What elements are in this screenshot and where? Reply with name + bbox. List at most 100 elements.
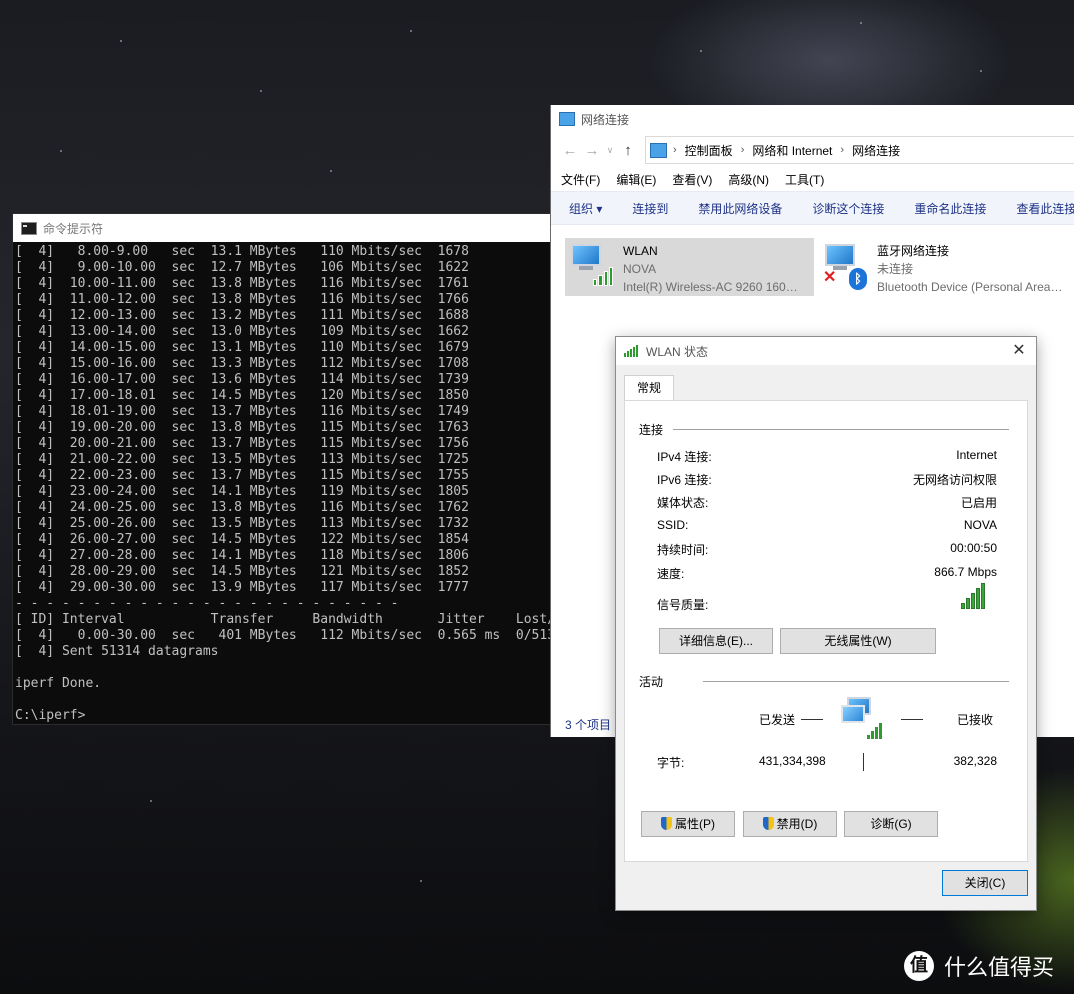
star [860, 22, 862, 24]
address-bar-row: ← → ∨ ↑ › 控制面板 › 网络和 Internet › 网络连接 [551, 133, 1074, 167]
cmd-line: [ 4] 14.00-15.00 sec 13.1 MBytes 110 Mbi… [15, 340, 469, 355]
menu-tools[interactable]: 工具(T) [785, 171, 824, 188]
address-bar[interactable]: › 控制面板 › 网络和 Internet › 网络连接 [645, 136, 1074, 164]
cmd-line: [ 4] 16.00-17.00 sec 13.6 MBytes 114 Mbi… [15, 372, 469, 387]
wireless-properties-button[interactable]: 无线属性(W) [780, 628, 936, 654]
cmd-line: [ 4] 26.00-27.00 sec 14.5 MBytes 122 Mbi… [15, 532, 469, 547]
cmd-line: [ 4] 19.00-20.00 sec 13.8 MBytes 115 Mbi… [15, 420, 469, 435]
field-value: 无网络访问权限 [912, 473, 997, 487]
diagnose-dialog-button[interactable]: 诊断(G) [844, 811, 938, 837]
rename-button[interactable]: 重命名此连接 [914, 200, 986, 217]
disable-button[interactable]: 禁用(D) [743, 811, 837, 837]
connection-item-wlan[interactable]: WLAN NOVA Intel(R) Wireless-AC 9260 160M… [565, 238, 814, 296]
field-ssid: SSID: NOVA [657, 518, 997, 532]
field-label: 信号质量: [657, 598, 709, 612]
watermark-text: 什么值得买 [944, 956, 1055, 981]
field-duration: 持续时间: 00:00:50 [657, 541, 997, 558]
forward-arrow-icon[interactable]: → [581, 142, 603, 159]
field-value: 00:00:50 [950, 541, 997, 555]
signal-strength-icon [961, 583, 993, 609]
dialog-titlebar[interactable]: WLAN 状态 ✕ [616, 337, 1036, 365]
field-ipv6: IPv6 连接: 无网络访问权限 [657, 471, 997, 488]
cmd-line: [ ID] Interval Transfer Bandwidth Jitter… [15, 612, 554, 627]
cmd-line: [ 4] 24.00-25.00 sec 13.8 MBytes 116 Mbi… [15, 500, 469, 515]
field-label: 持续时间: [657, 543, 709, 557]
connection-name: WLAN [623, 244, 658, 258]
field-value: NOVA [963, 518, 997, 532]
cmd-line: [ 4] 8.00-9.00 sec 13.1 MBytes 110 Mbits… [15, 244, 469, 259]
command-prompt-window[interactable]: 命令提示符 [ 4] 8.00-9.00 sec 13.1 MBytes 110… [12, 213, 554, 725]
cmd-line [15, 692, 553, 708]
menu-view[interactable]: 查看(V) [672, 171, 712, 188]
cmd-line: [ 4] 15.00-16.00 sec 13.3 MBytes 112 Mbi… [15, 356, 469, 371]
cmd-line: [ 4] 28.00-29.00 sec 14.5 MBytes 121 Mbi… [15, 564, 469, 579]
cmd-line: [ 4] Sent 51314 datagrams [15, 644, 219, 659]
cmd-titlebar[interactable]: 命令提示符 [13, 214, 553, 242]
cmd-line: iperf Done. [15, 676, 102, 691]
watermark-logo: 值 [904, 951, 934, 981]
item-count: 3 个项目 [565, 718, 612, 732]
net-titlebar[interactable]: 网络连接 [551, 105, 1074, 133]
wlan-status-dialog[interactable]: WLAN 状态 ✕ 常规 连接 IPv4 连接: Internet IPv6 连… [615, 336, 1037, 911]
close-icon[interactable]: ✕ [1008, 340, 1030, 362]
network-activity-icon [841, 695, 889, 741]
signal-bar [971, 593, 975, 609]
star [60, 150, 62, 152]
cmd-line: [ 4] 29.00-30.00 sec 13.9 MBytes 117 Mbi… [15, 580, 469, 595]
properties-button-label: 属性(P) [675, 817, 715, 831]
cmd-line: [ 4] 21.00-22.00 sec 13.5 MBytes 113 Mbi… [15, 452, 469, 467]
star [700, 50, 702, 52]
breadcrumb-network-connections[interactable]: 网络连接 [852, 142, 900, 159]
menu-edit[interactable]: 编辑(E) [616, 171, 656, 188]
star [330, 170, 332, 172]
tab-general[interactable]: 常规 [624, 375, 674, 401]
group-divider [703, 681, 1009, 682]
cmd-line: [ 4] 25.00-26.00 sec 13.5 MBytes 113 Mbi… [15, 516, 469, 531]
breadcrumb-control-panel[interactable]: 控制面板 [685, 142, 733, 159]
signal-icon [624, 345, 640, 357]
connection-group: 连接 [639, 421, 1009, 438]
menu-advanced[interactable]: 高级(N) [728, 171, 769, 188]
star [260, 90, 262, 92]
connect-to-button[interactable]: 连接到 [632, 200, 668, 217]
disable-device-button[interactable]: 禁用此网络设备 [698, 200, 782, 217]
cmd-output[interactable]: [ 4] 8.00-9.00 sec 13.1 MBytes 110 Mbits… [13, 242, 553, 724]
network-folder-icon [559, 112, 575, 126]
details-button[interactable]: 详细信息(E)... [659, 628, 773, 654]
cmd-line: [ 4] 11.00-12.00 sec 13.8 MBytes 116 Mbi… [15, 292, 469, 307]
view-status-button[interactable]: 查看此连接的状态 [1016, 200, 1074, 217]
signal-bar [976, 588, 980, 609]
cmd-line: [ 4] 17.00-18.01 sec 14.5 MBytes 120 Mbi… [15, 388, 469, 403]
field-value: 已启用 [960, 496, 997, 510]
star [410, 30, 412, 32]
star [980, 70, 982, 72]
net-title: 网络连接 [581, 112, 630, 127]
organize-button[interactable]: 组织 ▾ [569, 200, 602, 217]
recent-dropdown-icon[interactable]: ∨ [603, 145, 617, 156]
received-label: 已接收 [957, 713, 994, 727]
star [150, 800, 152, 802]
general-panel: 连接 IPv4 连接: Internet IPv6 连接: 无网络访问权限 媒体… [624, 400, 1028, 862]
chevron-right-icon: › [740, 144, 745, 156]
dialog-title: WLAN 状态 [646, 344, 709, 359]
properties-button[interactable]: 属性(P) [641, 811, 735, 837]
signal-bar [966, 598, 970, 609]
bytes-divider [863, 753, 864, 771]
connection-item-bluetooth[interactable]: ✕ ᛒ 蓝牙网络连接 未连接 Bluetooth Device (Persona… [819, 238, 1074, 296]
bluetooth-adapter-icon: ✕ ᛒ [823, 242, 867, 290]
back-arrow-icon[interactable]: ← [559, 142, 581, 159]
chevron-right-icon: › [840, 144, 845, 156]
close-button[interactable]: 关闭(C) [942, 870, 1028, 896]
field-label: IPv6 连接: [657, 473, 712, 487]
cmd-line: [ 4] 9.00-10.00 sec 12.7 MBytes 106 Mbit… [15, 260, 469, 275]
field-ipv4: IPv4 连接: Internet [657, 448, 997, 465]
up-arrow-icon[interactable]: ↑ [617, 142, 639, 159]
menu-file[interactable]: 文件(F) [561, 171, 600, 188]
diagnose-button[interactable]: 诊断这个连接 [812, 200, 884, 217]
bytes-label: 字节: [657, 756, 685, 770]
command-bar: 组织 ▾ 连接到 禁用此网络设备 诊断这个连接 重命名此连接 查看此连接的状态 [551, 191, 1074, 225]
field-label: 速度: [657, 567, 685, 581]
breadcrumb-network-internet[interactable]: 网络和 Internet [752, 142, 832, 159]
cmd-line: [ 4] 22.00-23.00 sec 13.7 MBytes 115 Mbi… [15, 468, 469, 483]
disconnected-x-icon: ✕ [823, 269, 837, 286]
